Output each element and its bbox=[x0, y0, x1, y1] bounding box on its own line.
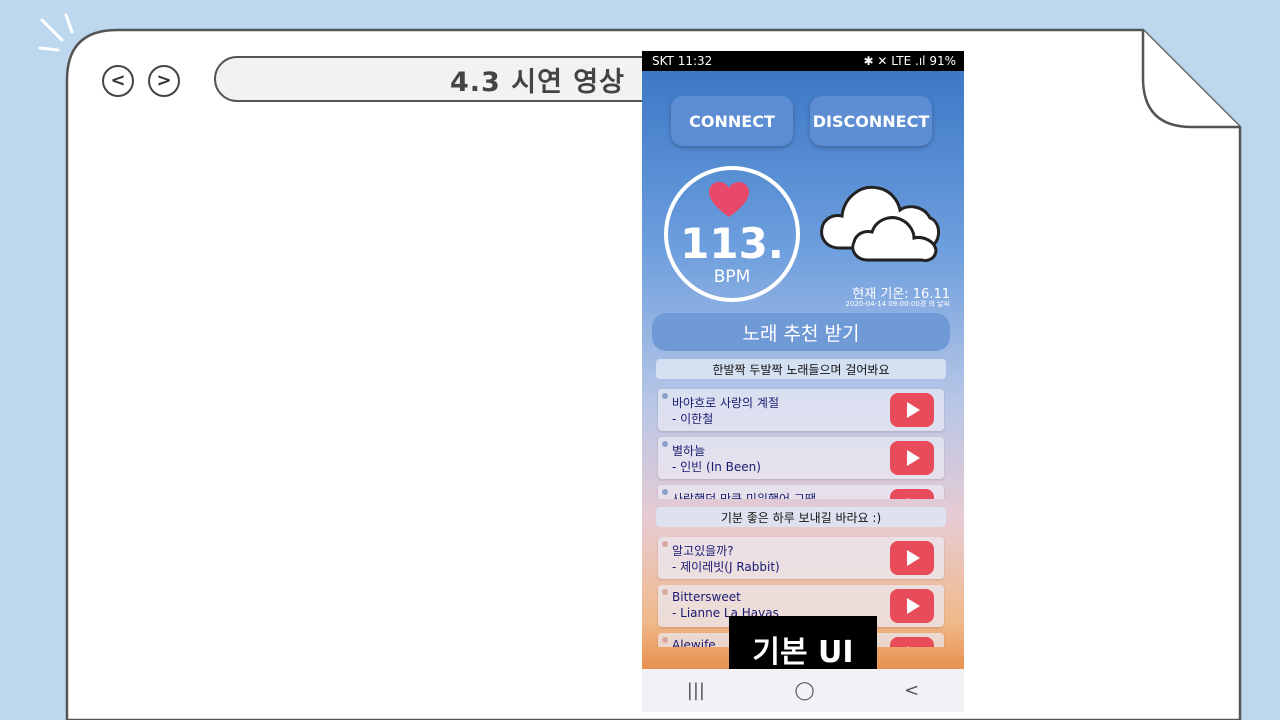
play-icon[interactable] bbox=[890, 441, 934, 475]
next-button[interactable]: > bbox=[148, 65, 180, 97]
recent-apps-icon[interactable]: ||| bbox=[687, 680, 705, 701]
weather-datetime: 2020-04-14 09:00:00경 의 날씨 bbox=[845, 300, 950, 308]
slide-title: 4.3 시연 영상 bbox=[450, 66, 625, 98]
song-item[interactable]: 별하늘 - 인빈 (In Been) bbox=[658, 437, 944, 479]
heart-icon bbox=[709, 182, 749, 217]
song-artist: - 인빈 (In Been) bbox=[672, 460, 761, 474]
bullet-dot bbox=[662, 441, 668, 447]
song-title: 별하늘 bbox=[672, 444, 706, 458]
cloud-icon bbox=[820, 185, 940, 262]
back-icon[interactable]: < bbox=[904, 680, 919, 701]
song-item[interactable]: 바야흐로 사랑의 계절 - 이한철 bbox=[658, 389, 944, 431]
bullet-dot bbox=[662, 637, 668, 643]
song-item[interactable]: 사랑했던 만큼 미워했어 그땐 bbox=[658, 485, 944, 499]
bullet-dot bbox=[662, 393, 668, 399]
chevron-left-icon: < bbox=[110, 70, 126, 91]
android-nav-bar: ||| ◯ < bbox=[642, 669, 964, 712]
recommend-songs-button[interactable]: 노래 추천 받기 bbox=[652, 313, 950, 351]
song-title: 알고있을까? bbox=[672, 544, 734, 558]
play-icon[interactable] bbox=[890, 393, 934, 427]
song-artist: - 이한철 bbox=[672, 412, 714, 426]
play-icon[interactable] bbox=[890, 541, 934, 575]
spark-lines-icon bbox=[38, 13, 74, 52]
connect-button[interactable]: CONNECT bbox=[671, 96, 793, 146]
song-title: Alewife bbox=[672, 638, 716, 647]
song-title: Bittersweet bbox=[672, 590, 741, 604]
song-artist: - 제이레빗(J Rabbit) bbox=[672, 560, 780, 574]
play-icon[interactable] bbox=[890, 489, 934, 499]
bullet-dot bbox=[662, 541, 668, 547]
status-icons: ✱ ✕ LTE .ıl 91% bbox=[863, 54, 956, 68]
phone-screenshot: SKT 11:32 ✱ ✕ LTE .ıl 91% CONNECT DISCON… bbox=[642, 51, 964, 712]
play-icon[interactable] bbox=[890, 637, 934, 647]
song-list-walk[interactable]: 바야흐로 사랑의 계절 - 이한철 별하늘 - 인빈 (In Been) 사랑했… bbox=[642, 385, 964, 499]
chevron-right-icon: > bbox=[156, 70, 172, 91]
play-icon[interactable] bbox=[890, 589, 934, 623]
section-label-walk: 한발짝 두발짝 노래들으며 걸어봐요 bbox=[656, 359, 946, 379]
bullet-dot bbox=[662, 489, 668, 495]
prev-button[interactable]: < bbox=[102, 65, 134, 97]
home-icon[interactable]: ◯ bbox=[794, 680, 814, 701]
section-label-mood: 기분 좋은 하루 보내길 바라요 :) bbox=[656, 507, 946, 527]
bullet-dot bbox=[662, 589, 668, 595]
status-time: SKT 11:32 bbox=[652, 54, 713, 68]
bpm-value: 113. bbox=[680, 219, 784, 268]
disconnect-button[interactable]: DISCONNECT bbox=[810, 96, 932, 146]
song-title: 사랑했던 만큼 미워했어 그땐 bbox=[672, 492, 816, 499]
slide-frame bbox=[38, 13, 1242, 720]
app-screen: CONNECT DISCONNECT 113. BPM 현재 기온: 16.11… bbox=[642, 71, 964, 681]
song-item[interactable]: 알고있을까? - 제이레빗(J Rabbit) bbox=[658, 537, 944, 579]
status-bar: SKT 11:32 ✱ ✕ LTE .ıl 91% bbox=[642, 51, 964, 71]
bpm-unit: BPM bbox=[713, 267, 751, 287]
song-title: 바야흐로 사랑의 계절 bbox=[672, 396, 779, 410]
